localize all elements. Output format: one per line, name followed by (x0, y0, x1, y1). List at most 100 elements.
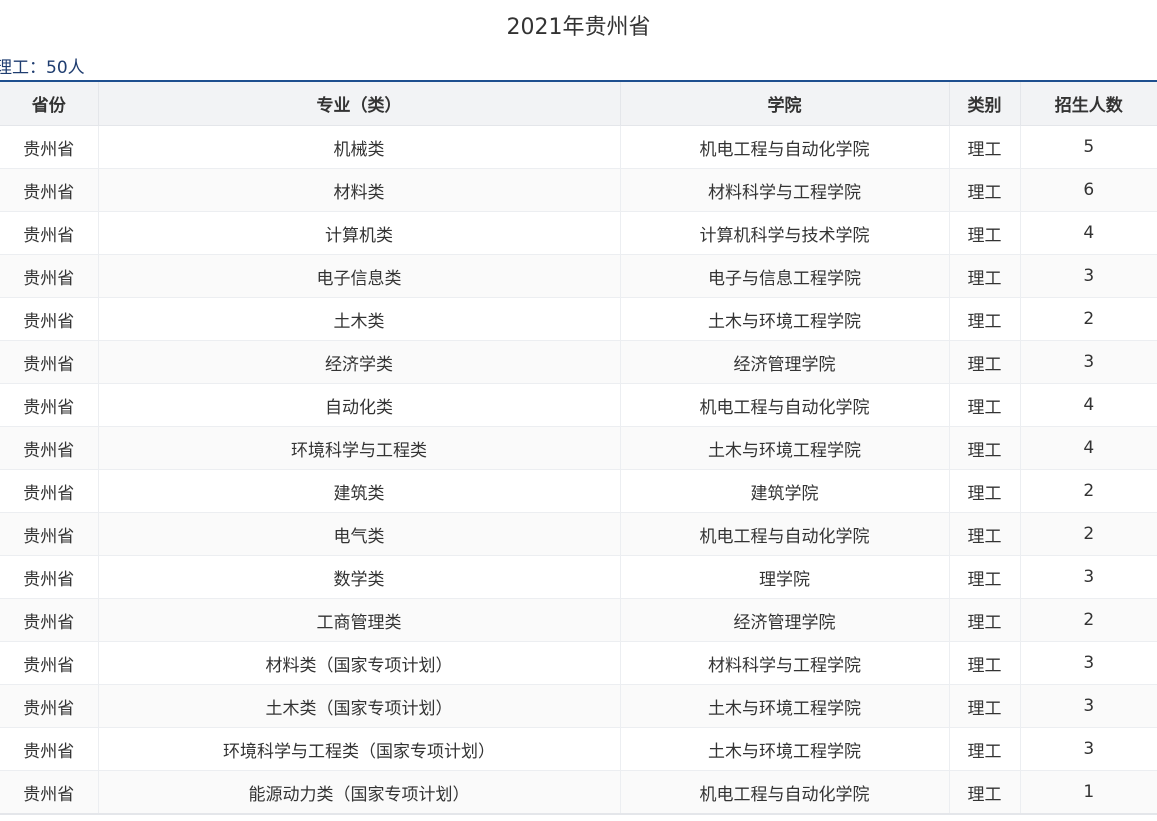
table-row: 贵州省 数学类 理学院 理工 3 (0, 555, 1157, 599)
cell-major: 土木类 (98, 297, 621, 341)
cell-enrollment: 3 (1020, 555, 1157, 599)
table-row: 贵州省 机械类 机电工程与自动化学院 理工 5 (0, 125, 1157, 169)
table-row: 贵州省 电气类 机电工程与自动化学院 理工 2 (0, 512, 1157, 556)
cell-enrollment: 4 (1020, 211, 1157, 255)
cell-category: 理工 (949, 254, 1021, 298)
cell-category: 理工 (949, 770, 1021, 814)
table-row: 贵州省 土木类 土木与环境工程学院 理工 2 (0, 297, 1157, 341)
table-bottom-divider (0, 813, 1157, 815)
cell-category: 理工 (949, 555, 1021, 599)
cell-province: 贵州省 (0, 684, 99, 728)
cell-category: 理工 (949, 383, 1021, 427)
cell-college: 土木与环境工程学院 (620, 426, 950, 470)
cell-major: 自动化类 (98, 383, 621, 427)
cell-major: 建筑类 (98, 469, 621, 513)
cell-major: 土木类（国家专项计划） (98, 684, 621, 728)
cell-major: 环境科学与工程类（国家专项计划） (98, 727, 621, 771)
cell-major: 电子信息类 (98, 254, 621, 298)
cell-college: 土木与环境工程学院 (620, 727, 950, 771)
cell-province: 贵州省 (0, 340, 99, 384)
table-row: 贵州省 建筑类 建筑学院 理工 2 (0, 469, 1157, 513)
cell-major: 电气类 (98, 512, 621, 556)
page-title: 2021年贵州省 (506, 15, 651, 40)
table-header-row: 省份 专业（类） 学院 类别 招生人数 (0, 82, 1157, 126)
cell-major: 材料类（国家专项计划） (98, 641, 621, 685)
summary-label: 理工： (0, 58, 46, 78)
cell-enrollment: 2 (1020, 469, 1157, 513)
table-row: 贵州省 电子信息类 电子与信息工程学院 理工 3 (0, 254, 1157, 298)
cell-major: 工商管理类 (98, 598, 621, 642)
cell-college: 机电工程与自动化学院 (620, 383, 950, 427)
cell-college: 土木与环境工程学院 (620, 684, 950, 728)
cell-province: 贵州省 (0, 168, 99, 212)
cell-category: 理工 (949, 598, 1021, 642)
table-row: 贵州省 环境科学与工程类（国家专项计划） 土木与环境工程学院 理工 3 (0, 727, 1157, 771)
cell-province: 贵州省 (0, 426, 99, 470)
cell-province: 贵州省 (0, 254, 99, 298)
cell-province: 贵州省 (0, 555, 99, 599)
cell-category: 理工 (949, 426, 1021, 470)
cell-category: 理工 (949, 211, 1021, 255)
cell-major: 环境科学与工程类 (98, 426, 621, 470)
cell-college: 材料科学与工程学院 (620, 641, 950, 685)
table-row: 贵州省 材料类（国家专项计划） 材料科学与工程学院 理工 3 (0, 641, 1157, 685)
cell-major: 材料类 (98, 168, 621, 212)
cell-category: 理工 (949, 641, 1021, 685)
column-header-enrollment: 招生人数 (1020, 82, 1157, 126)
cell-category: 理工 (949, 684, 1021, 728)
cell-college: 建筑学院 (620, 469, 950, 513)
cell-province: 贵州省 (0, 383, 99, 427)
cell-college: 土木与环境工程学院 (620, 297, 950, 341)
enrollment-summary: 理工：50人 (0, 56, 85, 80)
cell-enrollment: 3 (1020, 684, 1157, 728)
cell-province: 贵州省 (0, 770, 99, 814)
cell-enrollment: 4 (1020, 383, 1157, 427)
cell-category: 理工 (949, 168, 1021, 212)
cell-enrollment: 3 (1020, 641, 1157, 685)
table-row: 贵州省 能源动力类（国家专项计划） 机电工程与自动化学院 理工 1 (0, 770, 1157, 814)
cell-province: 贵州省 (0, 641, 99, 685)
cell-enrollment: 5 (1020, 125, 1157, 169)
table-row: 贵州省 自动化类 机电工程与自动化学院 理工 4 (0, 383, 1157, 427)
cell-major: 经济学类 (98, 340, 621, 384)
cell-enrollment: 3 (1020, 340, 1157, 384)
table-row: 贵州省 环境科学与工程类 土木与环境工程学院 理工 4 (0, 426, 1157, 470)
table-row: 贵州省 土木类（国家专项计划） 土木与环境工程学院 理工 3 (0, 684, 1157, 728)
cell-college: 计算机科学与技术学院 (620, 211, 950, 255)
enrollment-table: 省份 专业（类） 学院 类别 招生人数 贵州省 机械类 机电工程与自动化学院 理… (0, 82, 1157, 814)
cell-category: 理工 (949, 469, 1021, 513)
cell-major: 计算机类 (98, 211, 621, 255)
cell-category: 理工 (949, 727, 1021, 771)
cell-province: 贵州省 (0, 727, 99, 771)
cell-college: 电子与信息工程学院 (620, 254, 950, 298)
cell-enrollment: 2 (1020, 598, 1157, 642)
summary-value: 50人 (46, 58, 85, 78)
cell-college: 机电工程与自动化学院 (620, 770, 950, 814)
cell-enrollment: 2 (1020, 297, 1157, 341)
cell-college: 机电工程与自动化学院 (620, 512, 950, 556)
table-row: 贵州省 计算机类 计算机科学与技术学院 理工 4 (0, 211, 1157, 255)
column-header-college: 学院 (620, 82, 950, 126)
page: 2021年贵州省 理工：50人 省份 专业（类） 学院 类别 招生人数 贵州省 … (0, 0, 1157, 821)
cell-province: 贵州省 (0, 512, 99, 556)
cell-college: 理学院 (620, 555, 950, 599)
column-header-category: 类别 (949, 82, 1021, 126)
table-row: 贵州省 工商管理类 经济管理学院 理工 2 (0, 598, 1157, 642)
cell-college: 经济管理学院 (620, 340, 950, 384)
column-header-major: 专业（类） (98, 82, 621, 126)
cell-major: 数学类 (98, 555, 621, 599)
cell-enrollment: 3 (1020, 254, 1157, 298)
cell-college: 材料科学与工程学院 (620, 168, 950, 212)
cell-major: 能源动力类（国家专项计划） (98, 770, 621, 814)
cell-college: 机电工程与自动化学院 (620, 125, 950, 169)
cell-category: 理工 (949, 297, 1021, 341)
table-row: 贵州省 经济学类 经济管理学院 理工 3 (0, 340, 1157, 384)
cell-enrollment: 3 (1020, 727, 1157, 771)
table-row: 贵州省 材料类 材料科学与工程学院 理工 6 (0, 168, 1157, 212)
cell-enrollment: 1 (1020, 770, 1157, 814)
cell-category: 理工 (949, 512, 1021, 556)
cell-province: 贵州省 (0, 125, 99, 169)
cell-major: 机械类 (98, 125, 621, 169)
cell-category: 理工 (949, 340, 1021, 384)
cell-enrollment: 4 (1020, 426, 1157, 470)
